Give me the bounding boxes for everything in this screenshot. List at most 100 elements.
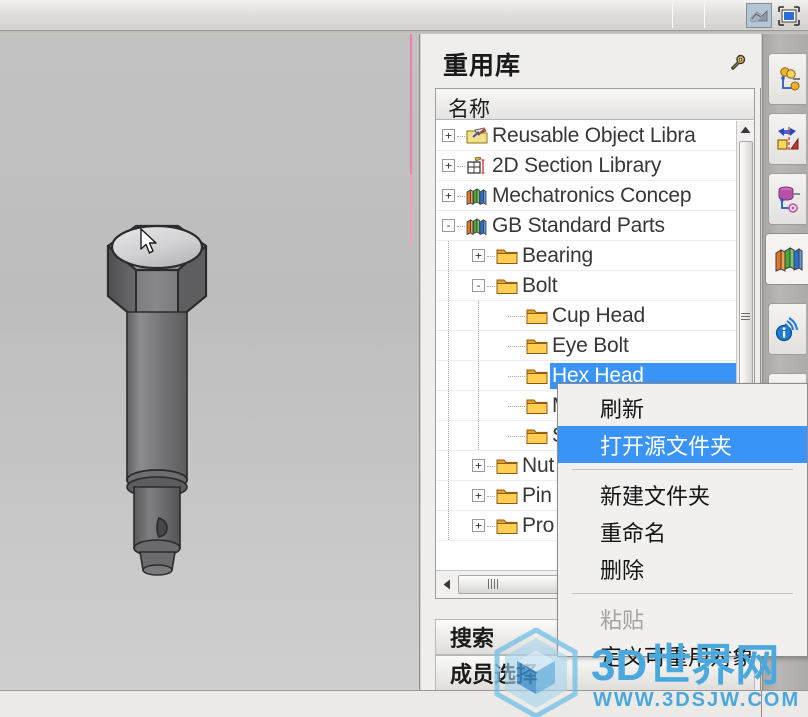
- tree-guide-line: [508, 436, 525, 437]
- scroll-left-arrow[interactable]: [438, 576, 455, 593]
- tree-item-label: Pro: [522, 514, 555, 537]
- part-navigator-icon[interactable]: [768, 173, 806, 225]
- expand-icon[interactable]: +: [472, 249, 485, 262]
- tree-item-cup-head[interactable]: Cup Head: [436, 301, 738, 331]
- menu-item-新建文件夹[interactable]: 新建文件夹: [558, 476, 807, 513]
- folder-icon: [496, 247, 518, 265]
- tree-guide-line: [487, 256, 495, 257]
- pin-icon[interactable]: [729, 54, 747, 72]
- tree-item-mechatronics-concep[interactable]: + Mechatronics Concep: [436, 181, 738, 211]
- arrow-cursor: [140, 228, 157, 254]
- context-menu[interactable]: 刷新 打开源文件夹 新建文件夹 重命名 删除 粘贴 定义可重用对象: [557, 383, 808, 670]
- status-bar-right: [762, 690, 808, 717]
- menu-item-粘贴: 粘贴: [600, 607, 645, 633]
- section-label-member-select: 成员选择: [450, 662, 539, 687]
- folder-icon: [496, 487, 518, 505]
- toolbar-separator: [672, 3, 673, 28]
- tree-guide-line: [478, 361, 479, 390]
- tree-guide-line: [478, 301, 479, 330]
- tree-guide-line: [448, 481, 449, 510]
- collapse-icon[interactable]: -: [472, 279, 485, 292]
- tree-guide-line: [508, 406, 525, 407]
- tree-item-label: 2D Section Library: [492, 154, 662, 177]
- tree-guide-line: [508, 316, 525, 317]
- menu-item-删除[interactable]: 删除: [558, 550, 807, 587]
- expand-icon[interactable]: +: [442, 129, 455, 142]
- menu-separator: [572, 469, 793, 470]
- tree-guide-line: [487, 526, 495, 527]
- tree-column-header-name: 名称: [448, 98, 490, 121]
- tree-guide-line: [448, 241, 449, 270]
- tree-item-label: Cup Head: [552, 304, 645, 327]
- menu-item-定义可重用对象[interactable]: 定义可重用对象: [558, 637, 807, 674]
- tree-guide-line: [478, 331, 479, 360]
- panel-header: 重用库: [421, 34, 761, 88]
- tree-guide-line: [478, 391, 479, 420]
- expand-icon[interactable]: +: [442, 189, 455, 202]
- tree-guide-line: [457, 166, 465, 167]
- page-title: 重用库: [443, 52, 522, 80]
- tree-guide-line: [448, 511, 449, 540]
- folder-icon: [496, 457, 518, 475]
- hex-head-bolt-model[interactable]: [86, 184, 256, 584]
- tree-guide-line: [487, 496, 495, 497]
- expand-icon[interactable]: +: [472, 489, 485, 502]
- tree-item-label: Pin: [522, 484, 552, 507]
- tree-item-label: Nut: [522, 454, 555, 477]
- tree-guide-line: [457, 226, 465, 227]
- top-toolbar: [0, 0, 808, 31]
- tree-guide-line: [478, 421, 479, 450]
- scroll-up-arrow[interactable]: [737, 121, 754, 138]
- tree-item-bearing[interactable]: + Bearing: [436, 241, 738, 271]
- expand-icon[interactable]: +: [472, 459, 485, 472]
- toolbar-button-group: [746, 3, 802, 28]
- menu-item-刷新[interactable]: 刷新: [558, 389, 807, 426]
- tree-guide-line: [448, 391, 449, 420]
- tree-item-label: Mechatronics Concep: [492, 184, 692, 207]
- viewport-edge-marker: [410, 34, 412, 174]
- tree-guide-line: [457, 196, 465, 197]
- menu-separator: [572, 593, 793, 594]
- collapse-icon[interactable]: -: [442, 219, 455, 232]
- folder-icon: [526, 367, 548, 385]
- scrollbar-grip-icon: [488, 579, 500, 589]
- expand-icon[interactable]: +: [472, 519, 485, 532]
- tree-item-gb-standard-parts[interactable]: - GB Standard Parts: [436, 211, 738, 241]
- tree-guide-line: [508, 346, 525, 347]
- tree-guide-line: [448, 361, 449, 390]
- display-mode-icon[interactable]: [776, 3, 802, 28]
- reusable-object-library-icon: [466, 127, 488, 145]
- section-library-icon: [466, 156, 488, 175]
- hd3d-tools-icon[interactable]: [768, 303, 806, 355]
- render-style-icon[interactable]: [746, 3, 772, 28]
- folder-icon: [526, 337, 548, 355]
- graphics-viewport[interactable]: [0, 34, 420, 690]
- folder-icon: [496, 517, 518, 535]
- tree-item-eye-bolt[interactable]: Eye Bolt: [436, 331, 738, 361]
- menu-item-重命名[interactable]: 重命名: [558, 513, 807, 550]
- scrollbar-grip-icon: [741, 313, 750, 322]
- tree-item-bolt[interactable]: - Bolt: [436, 271, 738, 301]
- tree-guide-line: [448, 271, 449, 300]
- assembly-navigator-icon[interactable]: [768, 53, 806, 105]
- tree-item-2d-section-library[interactable]: +2D Section Library: [436, 151, 738, 181]
- menu-item-打开源文件夹[interactable]: 打开源文件夹: [558, 426, 807, 463]
- library-books-icon: [466, 217, 488, 236]
- tree-item-label: Eye Bolt: [552, 334, 629, 357]
- viewport-edge-marker: [410, 174, 412, 244]
- toolbar-separator: [704, 3, 705, 28]
- status-bar: [0, 690, 762, 717]
- tree-column-header: 名称: [436, 89, 754, 121]
- tree-item-reusable-object-libra[interactable]: + Reusable Object Libra: [436, 121, 738, 151]
- reuse-library-icon[interactable]: [765, 233, 808, 285]
- folder-icon: [526, 427, 548, 445]
- tree-item-label: GB Standard Parts: [492, 214, 665, 237]
- tree-guide-line: [487, 466, 495, 467]
- expand-icon[interactable]: +: [442, 159, 455, 172]
- tree-item-label: Reusable Object Libra: [492, 124, 696, 147]
- tree-guide-line: [448, 421, 449, 450]
- section-label-search: 搜索: [450, 626, 495, 651]
- tree-guide-line: [448, 331, 449, 360]
- constraint-navigator-icon[interactable]: [768, 113, 806, 165]
- tree-guide-line: [487, 286, 495, 287]
